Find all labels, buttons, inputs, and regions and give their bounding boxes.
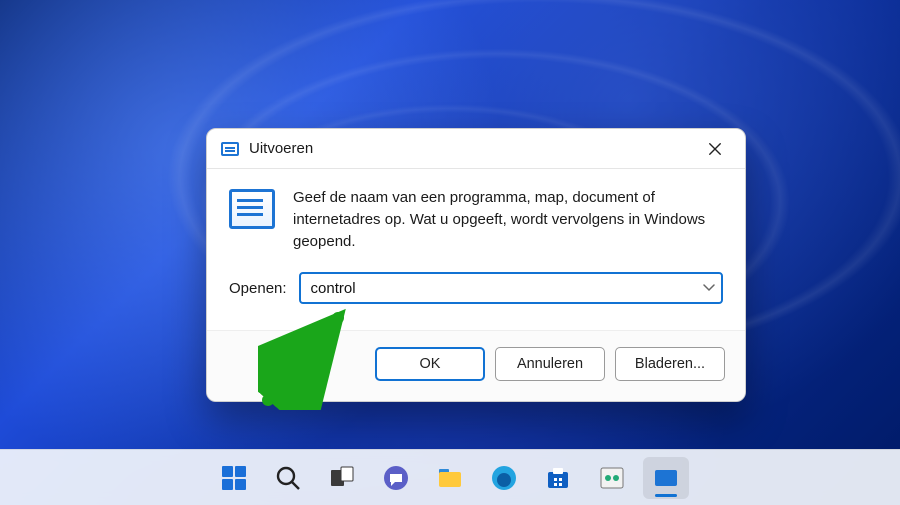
start-icon [220, 464, 248, 492]
taskbar-store[interactable] [535, 457, 581, 499]
open-row: Openen: [207, 258, 745, 314]
taskbar-search[interactable] [265, 457, 311, 499]
run-large-icon [229, 189, 275, 229]
taskbar-explorer[interactable] [427, 457, 473, 499]
taskbar-task-view[interactable] [319, 457, 365, 499]
dialog-title: Uitvoeren [249, 140, 313, 157]
settings-icon [598, 464, 626, 492]
taskbar [0, 449, 900, 505]
taskbar-chat[interactable] [373, 457, 419, 499]
file-explorer-icon [436, 464, 464, 492]
search-icon [274, 464, 302, 492]
run-dialog: Uitvoeren Geef de naam van een programma… [206, 128, 746, 402]
close-icon [708, 142, 722, 156]
dialog-body: Geef de naam van een programma, map, doc… [207, 169, 745, 258]
taskbar-start[interactable] [211, 457, 257, 499]
close-button[interactable] [695, 134, 735, 164]
taskbar-run[interactable] [643, 457, 689, 499]
chat-icon [382, 464, 410, 492]
store-icon [544, 464, 572, 492]
run-taskbar-icon [652, 464, 680, 492]
open-input[interactable] [299, 272, 723, 304]
taskbar-settings[interactable] [589, 457, 635, 499]
taskbar-edge[interactable] [481, 457, 527, 499]
browse-button[interactable]: Bladeren... [615, 347, 725, 381]
dialog-buttons: OK Annuleren Bladeren... [207, 330, 745, 401]
open-label: Openen: [229, 280, 287, 297]
open-combobox [299, 272, 723, 304]
ok-button[interactable]: OK [375, 347, 485, 381]
cancel-button[interactable]: Annuleren [495, 347, 605, 381]
edge-icon [490, 464, 518, 492]
dialog-description: Geef de naam van een programma, map, doc… [293, 187, 723, 252]
task-view-icon [328, 464, 356, 492]
titlebar: Uitvoeren [207, 129, 745, 169]
run-icon [221, 142, 239, 156]
